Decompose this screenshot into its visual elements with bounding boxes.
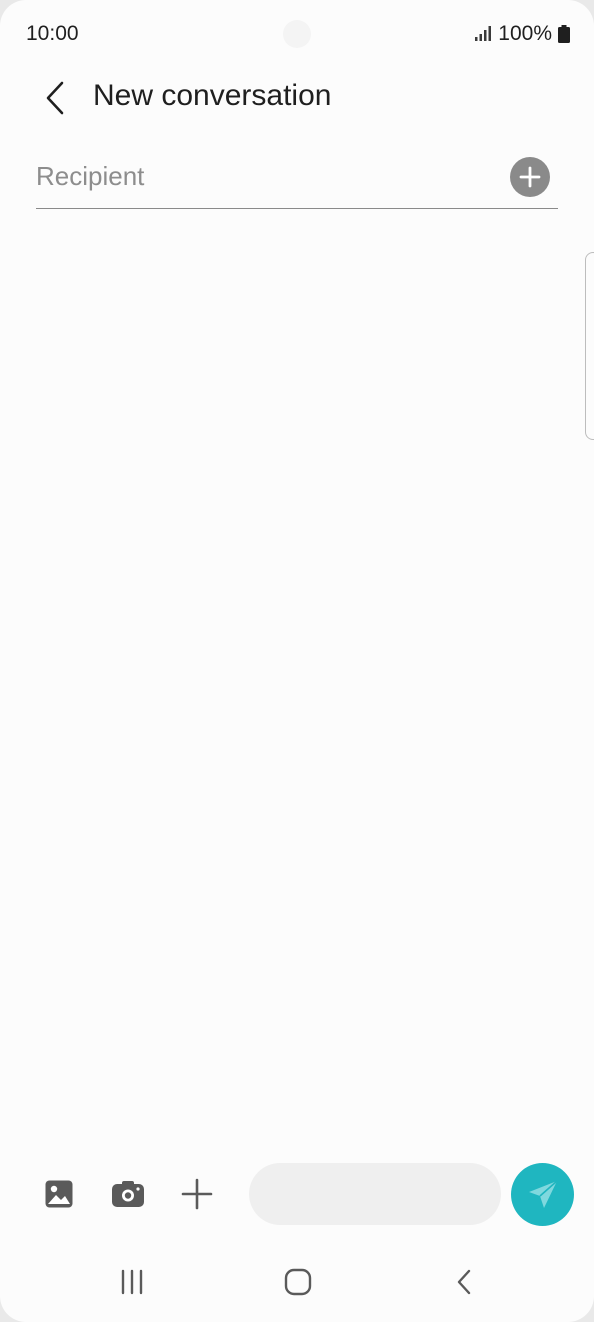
send-button[interactable] [511,1163,574,1226]
plus-circle-icon [519,166,541,188]
status-bar: 10:00 100% [0,0,594,70]
recipient-row [36,150,558,209]
image-icon [45,1180,73,1208]
camera-cutout [283,20,311,48]
app-header: New conversation [0,70,594,126]
status-time: 10:00 [26,22,79,45]
message-input[interactable] [249,1163,501,1225]
chevron-left-icon [46,81,64,115]
edge-panel-handle[interactable] [585,252,594,440]
add-recipient-button[interactable] [510,157,550,197]
system-nav-bar [0,1250,594,1314]
signal-bars-icon [475,26,492,41]
page-title: New conversation [93,79,332,112]
phone-screen: 10:00 100% New conversation [0,0,594,1322]
home-icon [284,1268,312,1296]
recipient-input[interactable] [36,156,486,196]
recents-icon [121,1269,143,1295]
attach-button[interactable] [179,1176,215,1212]
nav-back-button[interactable] [444,1264,484,1300]
camera-icon [112,1181,144,1207]
status-indicators: 100% [474,22,570,46]
back-icon [457,1269,471,1295]
camera-button[interactable] [110,1176,146,1212]
message-composer [0,1160,594,1230]
plus-icon [181,1178,213,1210]
battery-full-icon [558,25,570,43]
send-arrow-icon [528,1179,558,1208]
gallery-button[interactable] [41,1176,77,1212]
home-button[interactable] [278,1264,318,1300]
battery-percent: 100% [498,22,552,45]
back-button[interactable] [34,76,78,120]
recents-button[interactable] [112,1264,152,1300]
